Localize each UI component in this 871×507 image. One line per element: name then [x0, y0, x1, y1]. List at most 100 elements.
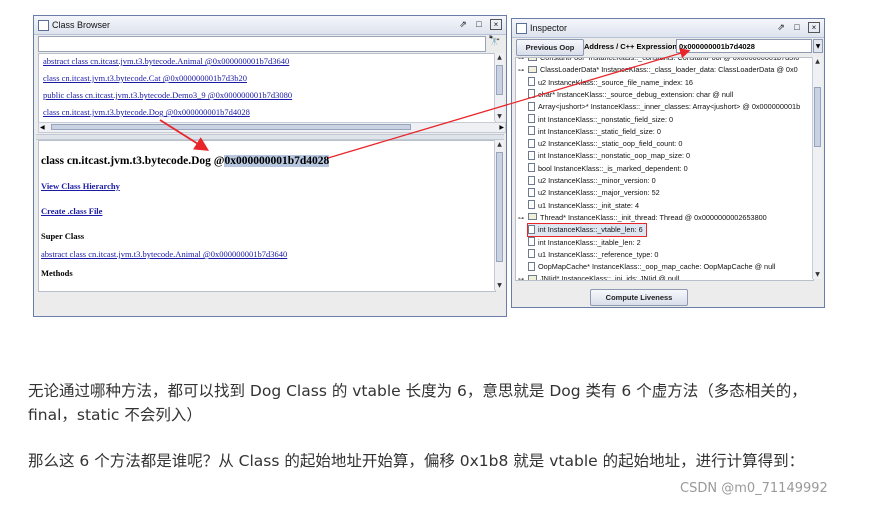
folder-icon — [528, 274, 537, 280]
inspector-tree: ⊶ ConstantPool* InstanceKlass::_constants… — [515, 57, 814, 281]
class-list-item[interactable]: class cn.itcast.jvm.t3.bytecode.Dog @0x0… — [43, 107, 250, 117]
tree-node-label: int InstanceKlass::_itable_len: 2 — [538, 237, 641, 247]
document-icon — [528, 187, 535, 197]
class-heading-text: class cn.itcast.jvm.t3.bytecode.Dog @ — [41, 155, 225, 167]
class-browser-title: Class Browser — [52, 20, 111, 30]
tree-node-label: JNIid* InstanceKlass::_jni_ids: JNIid @ … — [540, 274, 680, 281]
tree-node[interactable]: u1 InstanceKlass::_init_state: 4 — [528, 200, 639, 212]
float-window-icon[interactable]: ⇗ — [776, 21, 786, 34]
tree-node[interactable]: u2 InstanceKlass::_minor_version: 0 — [528, 175, 656, 187]
folder-icon — [528, 65, 537, 73]
document-icon — [528, 261, 535, 271]
document-icon — [528, 224, 535, 234]
expand-toggle-icon[interactable]: ⊶ — [518, 65, 528, 77]
expand-toggle-icon[interactable]: ⊶ — [518, 213, 528, 225]
tree-node[interactable]: u2 InstanceKlass::_source_file_name_inde… — [528, 77, 693, 89]
tree-node-label: ConstantPool* InstanceKlass::_constants:… — [540, 57, 800, 62]
document-icon — [528, 150, 535, 160]
methods-label: Methods — [41, 268, 73, 278]
article-paragraph-2: 那么这 6 个方法都是谁呢？从 Class 的起始地址开始算，偏移 0x1b8 … — [28, 452, 805, 470]
tree-node-label: int InstanceKlass::_vtable_len: 6 — [538, 225, 643, 235]
view-class-hierarchy-link[interactable]: View Class Hierarchy — [41, 181, 120, 191]
document-icon — [528, 77, 535, 87]
tree-node-label: u2 InstanceKlass::_source_file_name_inde… — [538, 77, 693, 87]
tree-node[interactable]: u1 InstanceKlass::_reference_type: 0 — [528, 249, 658, 261]
tree-node[interactable]: ⊶ Thread* InstanceKlass::_init_thread: Th… — [518, 212, 767, 224]
tree-node[interactable]: Array<jushort>* InstanceKlass::_inner_cl… — [528, 101, 800, 113]
tree-node[interactable]: u2 InstanceKlass::_static_oop_field_coun… — [528, 138, 682, 150]
address-input[interactable]: 0x000000001b7d4028 — [676, 39, 812, 53]
inspector-tree-scrollbar[interactable]: ▲ ▼ — [812, 57, 822, 279]
compute-liveness-button[interactable]: Compute Liveness — [590, 289, 688, 306]
class-address-highlight: 0x000000001b7d4028 — [224, 155, 330, 167]
tree-node-label: bool InstanceKlass::_is_marked_dependent… — [538, 163, 688, 173]
document-icon — [528, 89, 535, 99]
tree-node-label: u1 InstanceKlass::_init_state: 4 — [538, 200, 640, 210]
tree-node[interactable]: ⊶ ClassLoaderData* InstanceKlass::_class_… — [518, 64, 798, 76]
document-icon — [528, 237, 535, 247]
tree-node-label: Array<jushort>* InstanceKlass::_inner_cl… — [538, 102, 801, 112]
address-dropdown-arrow-icon[interactable]: ▼ — [813, 39, 823, 53]
detail-scrollbar[interactable]: ▲ ▼ — [494, 140, 504, 290]
class-list: abstract class cn.itcast.jvm.t3.bytecode… — [38, 53, 496, 123]
class-list-item[interactable]: class cn.itcast.jvm.t3.bytecode.Cat @0x0… — [43, 73, 247, 83]
tree-node-label: u2 InstanceKlass::_minor_version: 0 — [538, 176, 656, 185]
tree-node-label: int InstanceKlass::_nonstatic_field_size… — [538, 114, 674, 124]
class-detail-pane: class cn.itcast.jvm.t3.bytecode.Dog @0x0… — [38, 140, 496, 292]
inspector-title-bar[interactable]: Inspector ⇗ □ × — [512, 19, 824, 38]
create-class-file-link[interactable]: Create .class File — [41, 206, 102, 216]
tree-node[interactable]: u2 InstanceKlass::_major_version: 52 — [528, 187, 660, 199]
tree-node[interactable]: bool InstanceKlass::_is_marked_dependent… — [528, 163, 688, 175]
close-icon[interactable]: × — [490, 19, 502, 30]
document-icon — [528, 163, 535, 173]
expand-toggle-icon[interactable]: ⊶ — [518, 274, 528, 280]
tree-node-label: OopMapCache* InstanceKlass::_oop_map_cac… — [538, 262, 776, 272]
tree-node-label: u1 InstanceKlass::_reference_type: 0 — [538, 249, 659, 259]
tree-node-label: ClassLoaderData* InstanceKlass::_class_l… — [540, 65, 798, 75]
document-icon — [528, 126, 535, 136]
tree-node[interactable]: ⊶ ConstantPool* InstanceKlass::_constants… — [518, 57, 800, 64]
maximize-icon[interactable]: □ — [792, 21, 802, 34]
document-icon — [528, 175, 535, 185]
tree-node-label: int InstanceKlass::_nonstatic_oop_map_si… — [538, 151, 691, 161]
tree-node-label: char* InstanceKlass::_source_debug_exten… — [538, 89, 734, 99]
class-browser-title-bar[interactable]: Class Browser ⇗ □ × — [34, 16, 506, 35]
maximize-icon[interactable]: □ — [474, 18, 484, 31]
tree-node-label: u2 InstanceKlass::_major_version: 52 — [538, 188, 660, 198]
tree-node-label: int InstanceKlass::_static_field_size: 0 — [538, 126, 661, 136]
document-icon — [528, 200, 535, 210]
class-list-item[interactable]: public class cn.itcast.jvm.t3.bytecode.D… — [43, 90, 292, 100]
tree-node[interactable]: ⊶ JNIid* InstanceKlass::_jni_ids: JNIid @… — [518, 273, 680, 281]
document-icon — [528, 138, 535, 148]
window-icon — [38, 20, 49, 31]
address-label: Address / C++ Expression: — [584, 42, 680, 51]
article-paragraph-1: 无论通过哪种方法，都可以找到 Dog Class 的 vtable 长度为 6，… — [28, 382, 807, 424]
folder-icon — [528, 58, 537, 61]
tree-node[interactable]: int InstanceKlass::_nonstatic_field_size… — [528, 114, 673, 126]
inspector-window: Inspector ⇗ □ × Previous Oop Address / C… — [511, 18, 825, 308]
document-icon — [528, 249, 535, 259]
class-list-item[interactable]: abstract class cn.itcast.jvm.t3.bytecode… — [43, 56, 289, 66]
float-window-icon[interactable]: ⇗ — [458, 18, 468, 31]
class-list-h-scrollbar[interactable]: ◀ ▶ — [38, 122, 506, 133]
super-class-link[interactable]: abstract class cn.itcast.jvm.t3.bytecode… — [41, 249, 287, 259]
tree-node[interactable]: OopMapCache* InstanceKlass::_oop_map_cac… — [528, 261, 775, 273]
folder-icon — [528, 213, 537, 221]
previous-oop-button[interactable]: Previous Oop — [516, 39, 584, 56]
tree-node[interactable]: int InstanceKlass::_nonstatic_oop_map_si… — [528, 150, 690, 162]
class-browser-status-area — [38, 294, 504, 312]
class-search-input[interactable] — [38, 36, 486, 52]
close-icon[interactable]: × — [808, 22, 820, 33]
tree-node[interactable]: int InstanceKlass::_static_field_size: 0 — [528, 126, 661, 138]
class-heading: class cn.itcast.jvm.t3.bytecode.Dog @0x0… — [41, 155, 330, 167]
document-icon — [528, 114, 535, 124]
tree-node-highlighted[interactable]: int InstanceKlass::_vtable_len: 6 — [527, 223, 647, 238]
class-list-scrollbar[interactable]: ▲ ▼ — [494, 53, 504, 121]
tree-node[interactable]: int InstanceKlass::_itable_len: 2 — [528, 237, 641, 249]
tree-node-label: Thread* InstanceKlass::_init_thread: Thr… — [540, 212, 767, 222]
class-browser-window: Class Browser ⇗ □ × 🔭 abstract class cn.… — [33, 15, 507, 317]
window-icon — [516, 23, 527, 34]
csdn-watermark: CSDN @m0_71149992 — [680, 481, 828, 496]
binoculars-search-icon[interactable]: 🔭 — [488, 34, 500, 50]
tree-node[interactable]: char* InstanceKlass::_source_debug_exten… — [528, 89, 733, 101]
